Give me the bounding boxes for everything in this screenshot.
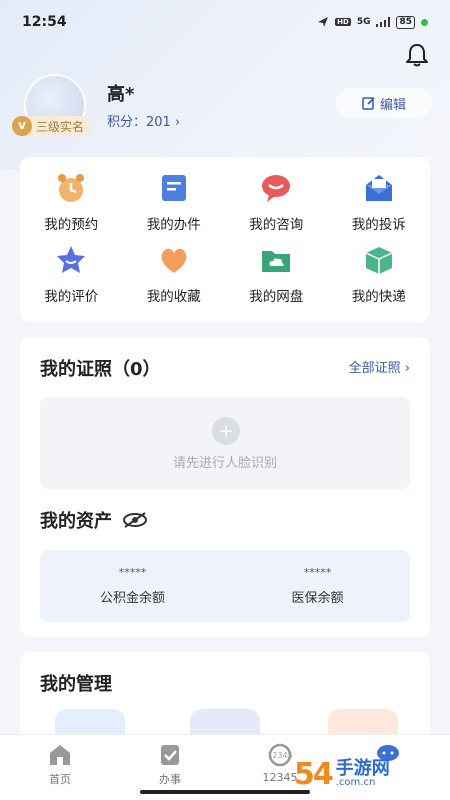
housing-fund-balance[interactable]: ***** 公积金余额 (40, 550, 225, 622)
verification-badge: V 三级实名 (12, 116, 93, 136)
location-icon (318, 17, 329, 27)
shortcut-consult[interactable]: 我的咨询 (225, 171, 328, 243)
plus-icon: + (212, 417, 240, 445)
chat-bubble-icon (262, 175, 291, 202)
signal-icon (376, 17, 391, 27)
edit-button[interactable]: 编辑 (336, 88, 432, 118)
tab-label: 首页 (49, 773, 71, 786)
shortcut-label: 我的评价 (44, 289, 99, 305)
eye-hidden-icon[interactable] (122, 511, 148, 529)
home-indicator (140, 790, 310, 794)
medical-insurance-balance[interactable]: ***** 医保余额 (225, 550, 410, 622)
edit-label: 编辑 (379, 97, 406, 113)
shortcut-express[interactable]: 我的快递 (328, 243, 431, 315)
asset-value: ***** (303, 566, 332, 579)
watermark-text: 手游网 (335, 758, 390, 779)
points-link[interactable]: 积分：201 › (107, 111, 180, 130)
chevron-right-icon: › (404, 361, 410, 376)
alarm-clock-icon (58, 174, 85, 202)
asset-label: 医保余额 (291, 591, 344, 606)
envelope-icon (365, 175, 392, 201)
star-icon (57, 246, 86, 273)
tab-home[interactable]: 首页 (30, 743, 90, 787)
clipboard-check-icon (161, 745, 179, 765)
asset-value: ***** (118, 566, 147, 579)
status-dot-icon (421, 18, 428, 26)
shortcut-label: 我的办件 (146, 217, 201, 233)
verified-v-icon: V (12, 116, 32, 136)
all-certificates-link[interactable]: 全部证照 › (349, 357, 410, 376)
watermark-logo: 54 手游网 .com.cn (294, 748, 444, 800)
home-icon (50, 745, 70, 765)
shortcut-cases[interactable]: 我的办件 (123, 171, 226, 243)
hotline-icon: 12345 (267, 743, 293, 767)
shortcut-label: 我的网盘 (249, 289, 304, 305)
watermark-domain: .com.cn (335, 777, 376, 788)
shortcut-label: 我的咨询 (249, 217, 304, 233)
bell-icon[interactable] (404, 42, 430, 68)
svg-text:12345: 12345 (267, 751, 292, 760)
signal-label: 5G (356, 17, 371, 27)
certificates-title: 我的证照（0） (40, 359, 161, 380)
shortcut-favorites[interactable]: 我的收藏 (123, 243, 226, 315)
assets-header: 我的资产 (40, 507, 148, 533)
shortcut-label: 我的快递 (351, 289, 406, 305)
assets-row: ***** 公积金余额 ***** 医保余额 (40, 550, 410, 622)
battery-icon: 85 (396, 15, 415, 29)
face-recognition-box[interactable]: + 请先进行人脸识别 (40, 397, 410, 489)
shortcut-label: 我的收藏 (146, 289, 201, 305)
tab-label: 办事 (159, 773, 181, 786)
shortcut-cloud-disk[interactable]: 我的网盘 (225, 243, 328, 315)
badge-label: 三级实名 (36, 119, 85, 134)
tab-label: 12345 (262, 771, 298, 784)
shortcut-label: 我的投诉 (351, 217, 406, 233)
cloud-folder-icon (262, 251, 291, 272)
heart-icon (161, 248, 187, 273)
shortcut-reviews[interactable]: 我的评价 (20, 243, 123, 315)
management-title: 我的管理 (40, 674, 112, 695)
points-value: 201 (146, 115, 171, 130)
chevron-right-icon: › (174, 115, 181, 130)
watermark-number: 54 (294, 756, 334, 792)
shortcut-appointments[interactable]: 我的预约 (20, 171, 123, 243)
status-time: 12:54 (22, 14, 67, 30)
face-prompt: 请先进行人脸识别 (172, 456, 277, 471)
all-certificates-label: 全部证照 (348, 361, 401, 376)
certificates-card: 我的证照（0） 全部证照 › + 请先进行人脸识别 我的资产 ***** 公积金… (20, 337, 430, 637)
user-name: 高* (107, 84, 135, 105)
document-icon (161, 175, 186, 201)
assets-title: 我的资产 (40, 511, 112, 532)
shortcut-grid: 我的预约 我的办件 我的咨询 我的投诉 我的评价 我的收藏 我的网盘 我的快递 (20, 157, 430, 322)
edit-icon (362, 97, 375, 110)
shortcut-complaints[interactable]: 我的投诉 (328, 171, 431, 243)
shortcut-label: 我的预约 (44, 217, 99, 233)
points-label: 积分： (107, 115, 147, 130)
tab-services[interactable]: 办事 (140, 743, 200, 787)
asset-label: 公积金余额 (99, 591, 165, 606)
status-bar: 12:54 HD 5G 85 (0, 8, 450, 36)
hd-icon: HD (335, 18, 351, 26)
package-icon (365, 247, 393, 274)
